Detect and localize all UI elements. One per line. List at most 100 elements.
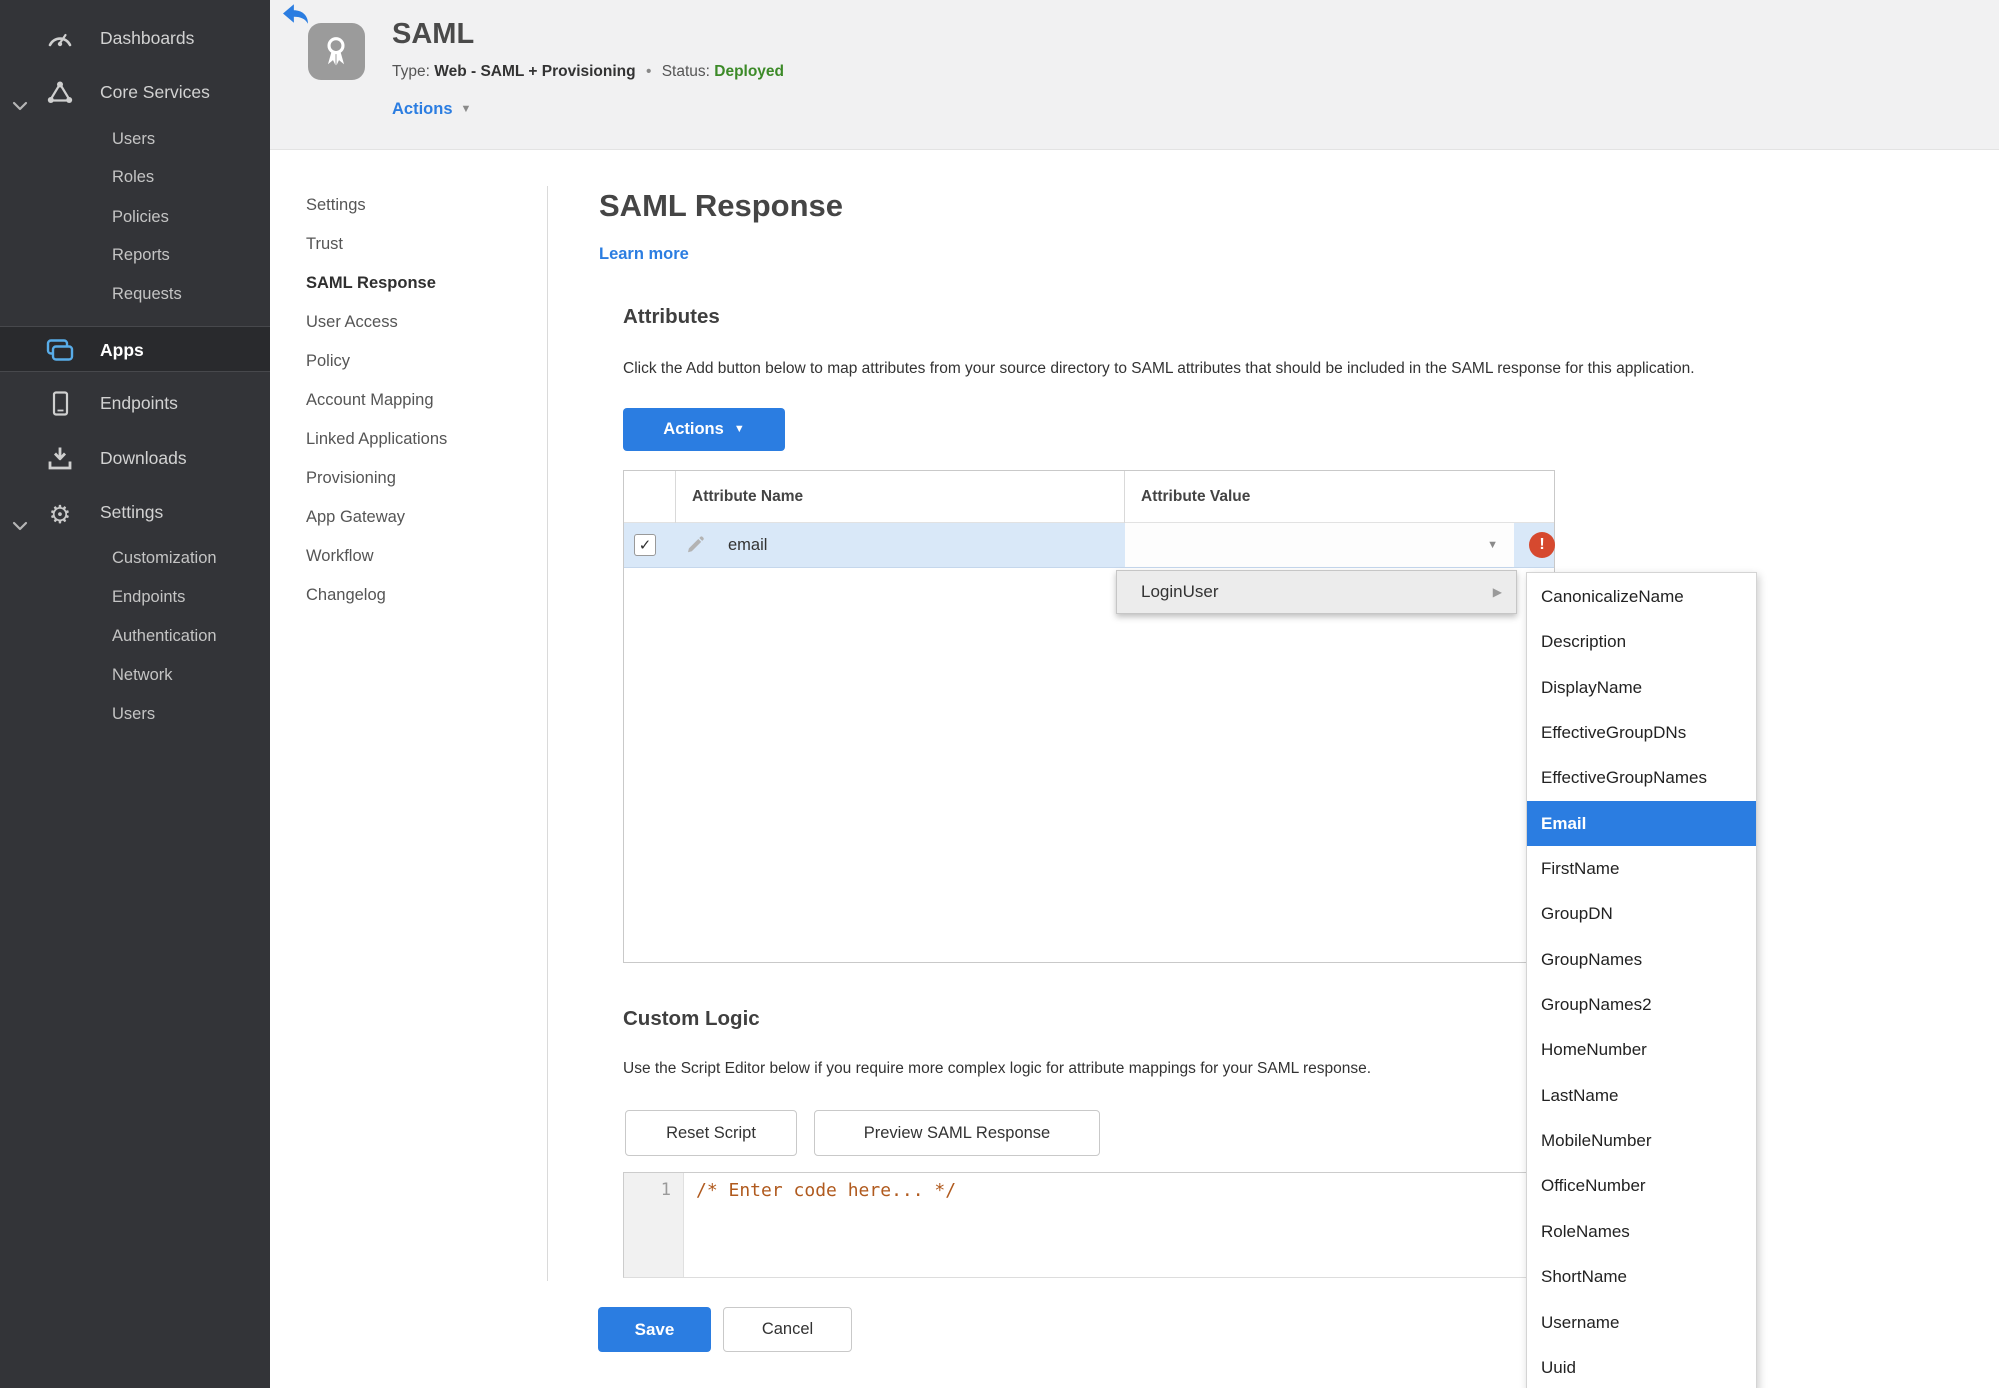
submenu-item-rolenames[interactable]: RoleNames [1527,1209,1756,1254]
submenu-item-effectivegroupdns[interactable]: EffectiveGroupDNs [1527,710,1756,755]
sidebar-subitem-label: Authentication [112,627,217,645]
attribute-value-dropdown[interactable]: ▼ [1125,523,1514,567]
sidebar-item-roles[interactable]: Roles [0,157,270,197]
pencil-icon[interactable] [686,536,704,559]
sidebar-item-label: Settings [100,502,164,522]
sidebar-item-network[interactable]: Network [0,655,270,695]
subnav-item-workflow[interactable]: Workflow [306,537,447,576]
status-label: Status: [661,63,710,80]
cancel-button[interactable]: Cancel [723,1307,852,1352]
caret-down-icon: ▼ [733,423,745,435]
submenu-item-groupnames2[interactable]: GroupNames2 [1527,982,1756,1027]
sidebar-item-downloads[interactable]: Downloads [0,438,270,478]
app-meta: Type: Web - SAML + Provisioning • Status… [392,63,784,81]
sidebar-subitem-label: Users [112,130,156,148]
submenu-item-firstname[interactable]: FirstName [1527,846,1756,891]
sidebar-item-reports[interactable]: Reports [0,235,270,275]
subnav-item-provisioning[interactable]: Provisioning [306,459,447,498]
attributes-description: Click the Add button below to map attrib… [623,360,1695,377]
table-row-email[interactable]: ✓ email ▼ ! [624,523,1555,568]
header-actions-dropdown[interactable]: Actions ▼ [392,100,471,119]
sidebar-item-core-services[interactable]: Core Services [0,72,270,112]
table-header-row: Attribute Name Attribute Value [624,471,1554,523]
submenu-item-homenumber[interactable]: HomeNumber [1527,1027,1756,1072]
app-window: Dashboards Core Services Users Roles Pol… [0,0,1999,1388]
submenu-item-mobilenumber[interactable]: MobileNumber [1527,1118,1756,1163]
submenu-item-effectivegroupnames[interactable]: EffectiveGroupNames [1527,755,1756,800]
attribute-name-cell: email [728,536,768,554]
subnav-item-saml-response[interactable]: SAML Response [306,264,447,303]
check-icon: ✓ [638,537,652,554]
core-services-icon [44,79,76,107]
reset-script-button[interactable]: Reset Script [625,1110,797,1156]
row-checkbox[interactable]: ✓ [634,534,656,556]
sidebar-item-customization[interactable]: Customization [0,538,270,578]
status-badge: Deployed [714,63,785,80]
submenu-item-shortname[interactable]: ShortName [1527,1254,1756,1299]
actions-label: Actions [392,100,453,118]
subnav-item-policy[interactable]: Policy [306,342,447,381]
attributes-actions-button[interactable]: Actions ▼ [623,408,785,451]
submenu-item-groupdn[interactable]: GroupDN [1527,891,1756,936]
caret-down-icon: ▼ [460,103,472,115]
submenu-item-canonicalizename[interactable]: CanonicalizeName [1527,574,1756,619]
subnav-item-linked-applications[interactable]: Linked Applications [306,420,447,459]
sidebar-item-label: Core Services [100,82,210,102]
caret-down-icon: ▼ [1487,539,1498,551]
sidebar: Dashboards Core Services Users Roles Pol… [0,0,270,1388]
subnav-item-settings[interactable]: Settings [306,186,447,225]
sidebar-subitem-label: Users [112,705,156,723]
subnav-item-account-mapping[interactable]: Account Mapping [306,381,447,420]
sidebar-item-settings-endpoints[interactable]: Endpoints [0,577,270,617]
sidebar-item-authentication[interactable]: Authentication [0,616,270,656]
back-arrow-icon[interactable] [283,4,309,24]
attribute-value-context-menu[interactable]: LoginUser ▶ [1116,570,1517,614]
sidebar-item-label: Downloads [100,448,187,468]
custom-logic-heading: Custom Logic [623,1007,760,1030]
subnav-divider [547,186,548,1281]
subnav-item-trust[interactable]: Trust [306,225,447,264]
preview-saml-response-button[interactable]: Preview SAML Response [814,1110,1100,1156]
submenu-item-email[interactable]: Email [1527,800,1756,847]
gear-icon: ⚙ [48,501,72,529]
custom-logic-description: Use the Script Editor below if you requi… [623,1060,1372,1077]
subnav-item-app-gateway[interactable]: App Gateway [306,498,447,537]
sidebar-subitem-label: Endpoints [112,588,186,606]
sidebar-item-label: Dashboards [100,28,195,48]
sidebar-item-users[interactable]: Users [0,119,270,159]
editor-gutter: 1 [624,1173,684,1277]
sidebar-item-label: Apps [100,340,144,360]
attributes-table: Attribute Name Attribute Value ✓ email ▼… [623,470,1555,963]
subnav-item-user-access[interactable]: User Access [306,303,447,342]
subnav-item-changelog[interactable]: Changelog [306,576,447,615]
sidebar-item-settings[interactable]: ⚙ Settings [0,492,270,532]
editor-code[interactable]: /* Enter code here... */ [696,1180,956,1201]
sidebar-item-settings-users[interactable]: Users [0,694,270,734]
column-header-attribute-value: Attribute Value [1141,488,1251,505]
sidebar-item-endpoints[interactable]: Endpoints [0,383,270,423]
sidebar-subitem-label: Requests [112,285,182,303]
apps-icon [44,337,76,365]
learn-more-link[interactable]: Learn more [599,245,689,264]
submenu-item-displayname[interactable]: DisplayName [1527,665,1756,710]
sidebar-subitem-label: Roles [112,168,155,186]
submenu-item-lastname[interactable]: LastName [1527,1073,1756,1118]
sidebar-item-dashboards[interactable]: Dashboards [0,18,270,58]
download-icon [44,445,76,473]
sidebar-item-policies[interactable]: Policies [0,197,270,237]
context-menu-item-loginuser[interactable]: LoginUser [1141,571,1219,613]
sidebar-item-requests[interactable]: Requests [0,274,270,314]
submenu-item-uuid[interactable]: Uuid [1527,1345,1756,1388]
line-number: 1 [660,1180,671,1200]
sidebar-item-apps[interactable]: Apps [0,326,270,372]
submenu-item-description[interactable]: Description [1527,619,1756,664]
submenu-item-officenumber[interactable]: OfficeNumber [1527,1163,1756,1208]
save-button[interactable]: Save [598,1307,711,1352]
submenu-item-groupnames[interactable]: GroupNames [1527,937,1756,982]
script-editor[interactable]: 1 /* Enter code here... */ [623,1172,1557,1278]
loginuser-submenu: CanonicalizeName Description DisplayName… [1526,572,1757,1388]
caret-right-icon: ▶ [1492,585,1502,599]
submenu-item-username[interactable]: Username [1527,1300,1756,1345]
endpoint-device-icon [44,390,76,418]
app-badge-icon [308,23,365,80]
